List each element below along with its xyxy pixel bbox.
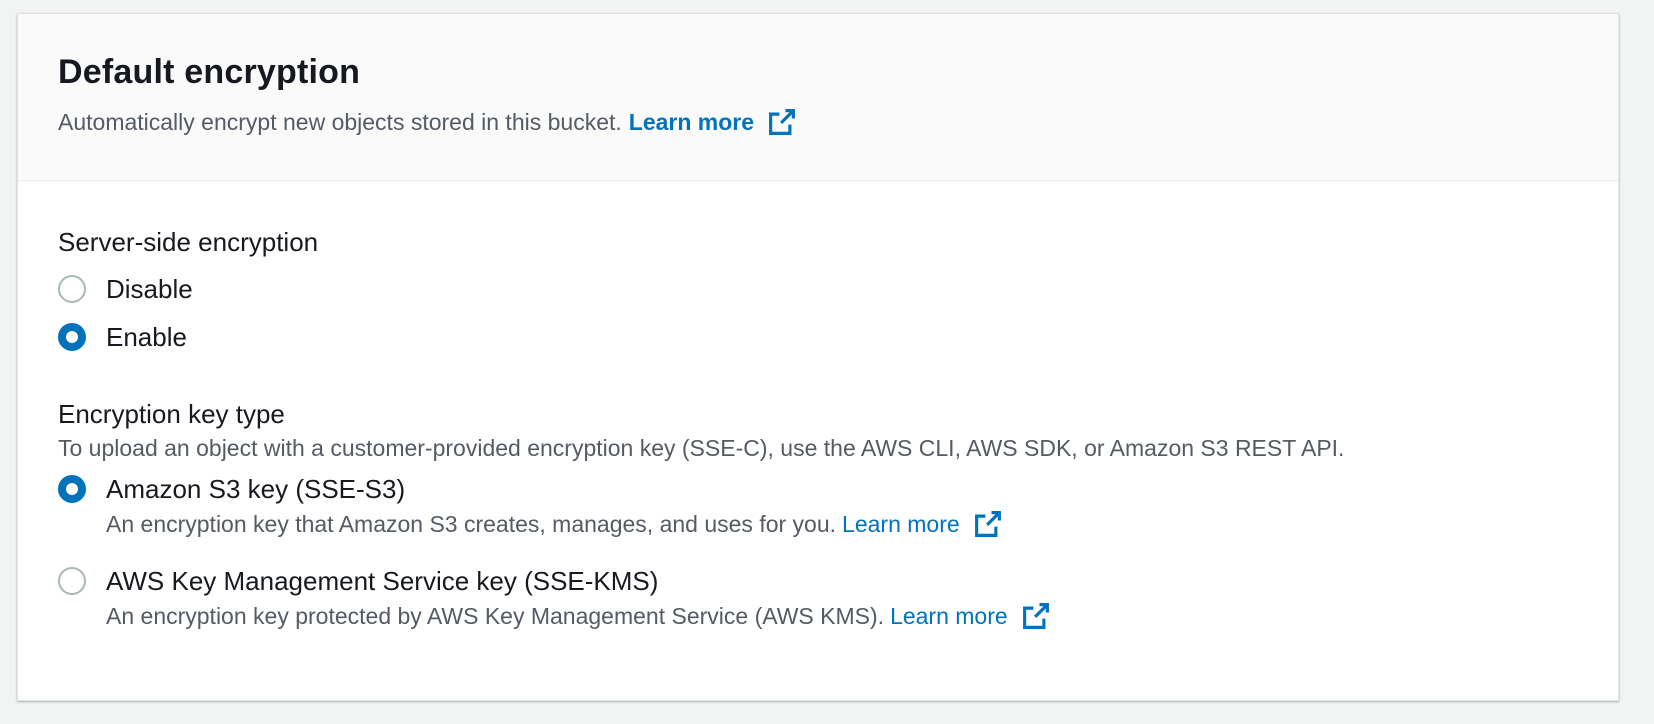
default-encryption-panel: Default encryption Automatically encrypt… xyxy=(17,13,1619,701)
encryption-key-type-hint: To upload an object with a customer-prov… xyxy=(58,435,1345,461)
radio-disable-circle[interactable] xyxy=(58,275,86,303)
encryption-key-type-label: Encryption key type xyxy=(58,399,285,429)
radio-disable-label: Disable xyxy=(106,274,193,304)
external-link-icon[interactable] xyxy=(974,510,1002,538)
panel-title: Default encryption xyxy=(58,53,361,91)
radio-sse-kms-circle[interactable] xyxy=(58,567,86,595)
radio-enable-label: Enable xyxy=(106,322,187,352)
radio-disable[interactable]: Disable xyxy=(58,265,1618,313)
external-link-icon[interactable] xyxy=(768,108,796,136)
radio-sse-kms[interactable]: AWS Key Management Service key (SSE-KMS) xyxy=(58,561,1618,601)
radio-enable-circle[interactable] xyxy=(58,323,86,351)
sse-s3-description: An encryption key that Amazon S3 creates… xyxy=(106,509,1618,539)
sse-s3-description-text: An encryption key that Amazon S3 creates… xyxy=(106,511,837,537)
panel-header: Default encryption Automatically encrypt… xyxy=(18,14,1618,181)
panel-description-text: Automatically encrypt new objects stored… xyxy=(58,109,622,135)
radio-enable[interactable]: Enable xyxy=(58,313,1618,361)
sse-s3-learn-more-link[interactable]: Learn more xyxy=(842,509,960,539)
external-link-icon[interactable] xyxy=(1022,602,1050,630)
panel-description: Automatically encrypt new objects stored… xyxy=(58,107,1618,137)
radio-sse-s3-label: Amazon S3 key (SSE-S3) xyxy=(106,474,406,504)
radio-sse-kms-label: AWS Key Management Service key (SSE-KMS) xyxy=(106,566,659,596)
panel-body: Server-side encryption Disable Enable En… xyxy=(18,181,1618,631)
radio-sse-s3-circle[interactable] xyxy=(58,475,86,503)
radio-sse-s3[interactable]: Amazon S3 key (SSE-S3) xyxy=(58,469,1618,509)
sse-kms-description: An encryption key protected by AWS Key M… xyxy=(106,601,1618,631)
sse-kms-learn-more-link[interactable]: Learn more xyxy=(890,601,1008,631)
learn-more-link[interactable]: Learn more xyxy=(629,107,754,137)
sse-kms-description-text: An encryption key protected by AWS Key M… xyxy=(106,603,885,629)
server-side-encryption-label: Server-side encryption xyxy=(58,227,319,257)
